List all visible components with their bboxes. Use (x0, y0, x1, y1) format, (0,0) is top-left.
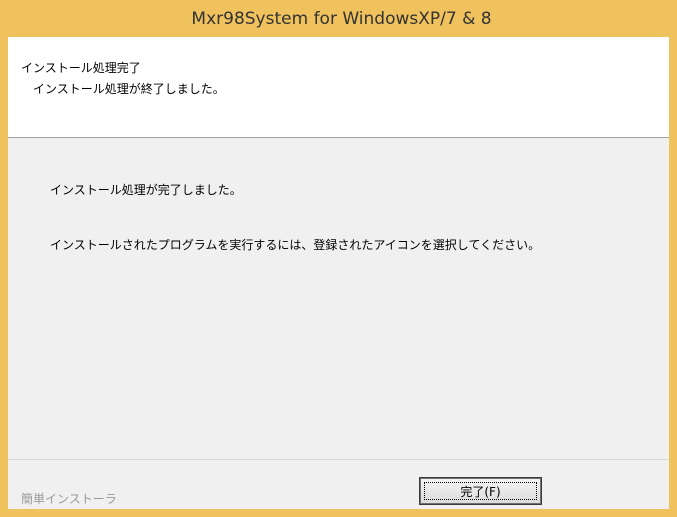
footer-divider (8, 459, 669, 460)
window-title: Mxr98System for WindowsXP/7 & 8 (191, 9, 492, 29)
header-subtitle: インストール処理が終了しました。 (33, 82, 225, 96)
header-title: インストール処理完了 (21, 61, 141, 75)
finish-button[interactable]: 完了(F) (419, 477, 542, 505)
header-panel: インストール処理完了 インストール処理が終了しました。 (8, 37, 669, 138)
title-bar[interactable]: Mxr98System for WindowsXP/7 & 8 (1, 1, 676, 37)
instruction-message: インストールされたプログラムを実行するには、登録されたアイコンを選択してください… (50, 238, 541, 252)
finish-button-label: 完了(F) (460, 484, 501, 499)
installer-window: Mxr98System for WindowsXP/7 & 8 インストール処理… (0, 0, 677, 517)
focus-ring: 完了(F) (424, 482, 537, 500)
dialog-client-area: インストール処理完了 インストール処理が終了しました。 インストール処理が完了し… (8, 37, 669, 509)
installer-brand-label: 簡単インストーラ (21, 492, 117, 506)
completion-message: インストール処理が完了しました。 (50, 183, 242, 197)
body-panel: インストール処理が完了しました。 インストールされたプログラムを実行するには、登… (8, 138, 669, 458)
